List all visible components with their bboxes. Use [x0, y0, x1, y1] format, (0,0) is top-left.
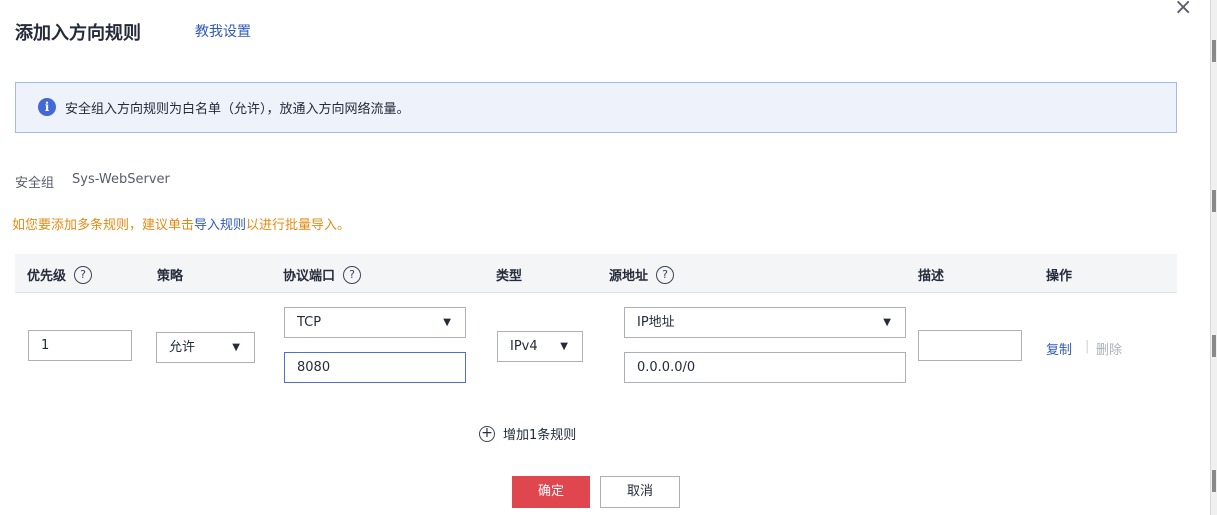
chevron-down-icon: ▼: [560, 341, 568, 352]
scrollbar-mark: [1212, 190, 1216, 212]
dialog-title: 添加入方向规则: [15, 23, 141, 44]
header-description: 描述: [918, 269, 945, 284]
header-source: 源地址 ?: [609, 265, 675, 284]
import-tip: 如您要添加多条规则，建议单击导入规则以进行批量导入。: [12, 214, 350, 233]
add-inbound-rule-dialog: 添加入方向规则 教我设置 × i 安全组入方向规则为白名单（允许），放通入方向网…: [0, 0, 1210, 515]
port-input[interactable]: 8080: [284, 352, 466, 383]
import-rules-link[interactable]: 导入规则: [194, 218, 246, 233]
scrollbar-mark: [1212, 40, 1216, 62]
info-text: 安全组入方向规则为白名单（允许），放通入方向网络流量。: [65, 102, 410, 117]
help-circle-icon[interactable]: ?: [343, 265, 362, 284]
security-group-value: Sys-WebServer: [72, 172, 170, 187]
rules-table-header: 优先级 ? 策略 协议端口 ? 类型 源地址 ? 描述 操作: [15, 254, 1177, 293]
import-tip-suffix: 以进行批量导入。: [246, 218, 351, 233]
help-circle-icon[interactable]: ?: [656, 265, 675, 284]
source-type-select-value: IP地址: [637, 315, 675, 330]
protocol-select-value: TCP: [297, 315, 322, 330]
add-rule-label: 增加1条规则: [503, 428, 577, 443]
ip-type-select[interactable]: IPv4 ▼: [497, 331, 583, 362]
chevron-down-icon: ▼: [443, 317, 451, 328]
scrollbar-mark: [1212, 470, 1216, 492]
source-type-select[interactable]: IP地址 ▼: [624, 307, 906, 338]
add-rule-button[interactable]: + 增加1条规则: [479, 424, 576, 443]
security-group-label: 安全组: [15, 176, 55, 191]
scrollbar-edge: [1210, 0, 1217, 515]
scrollbar-mark: [1212, 335, 1216, 357]
chevron-down-icon: ▼: [883, 317, 891, 328]
cancel-button[interactable]: 取消: [600, 476, 680, 508]
delete-rule-link[interactable]: 删除: [1096, 339, 1122, 358]
info-icon: i: [38, 98, 56, 116]
policy-select[interactable]: 允许 ▼: [156, 332, 255, 363]
header-priority-label: 优先级: [27, 269, 67, 284]
confirm-button[interactable]: 确定: [512, 476, 590, 508]
import-tip-prefix: 如您要添加多条规则，建议单击: [12, 218, 195, 233]
close-icon[interactable]: ×: [1174, 0, 1192, 19]
protocol-select[interactable]: TCP ▼: [284, 307, 466, 338]
description-input[interactable]: [918, 330, 1022, 361]
header-priority: 优先级 ?: [27, 265, 93, 284]
copy-rule-link[interactable]: 复制: [1046, 339, 1072, 358]
header-protocol-port-label: 协议端口: [283, 269, 336, 284]
header-protocol-port: 协议端口 ?: [283, 265, 362, 284]
help-circle-icon[interactable]: ?: [74, 265, 93, 284]
action-separator: |: [1085, 339, 1090, 354]
plus-circle-icon: +: [479, 425, 495, 442]
header-actions: 操作: [1046, 269, 1073, 284]
header-policy: 策略: [157, 269, 184, 284]
policy-select-value: 允许: [169, 340, 196, 355]
chevron-down-icon: ▼: [232, 342, 240, 353]
header-type: 类型: [496, 269, 523, 284]
source-address-input[interactable]: 0.0.0.0/0: [624, 352, 906, 383]
ip-type-select-value: IPv4: [510, 339, 538, 354]
info-banner: i 安全组入方向规则为白名单（允许），放通入方向网络流量。: [15, 82, 1177, 133]
priority-input[interactable]: 1: [28, 330, 132, 361]
help-setup-link[interactable]: 教我设置: [195, 21, 251, 41]
header-source-label: 源地址: [609, 269, 649, 284]
